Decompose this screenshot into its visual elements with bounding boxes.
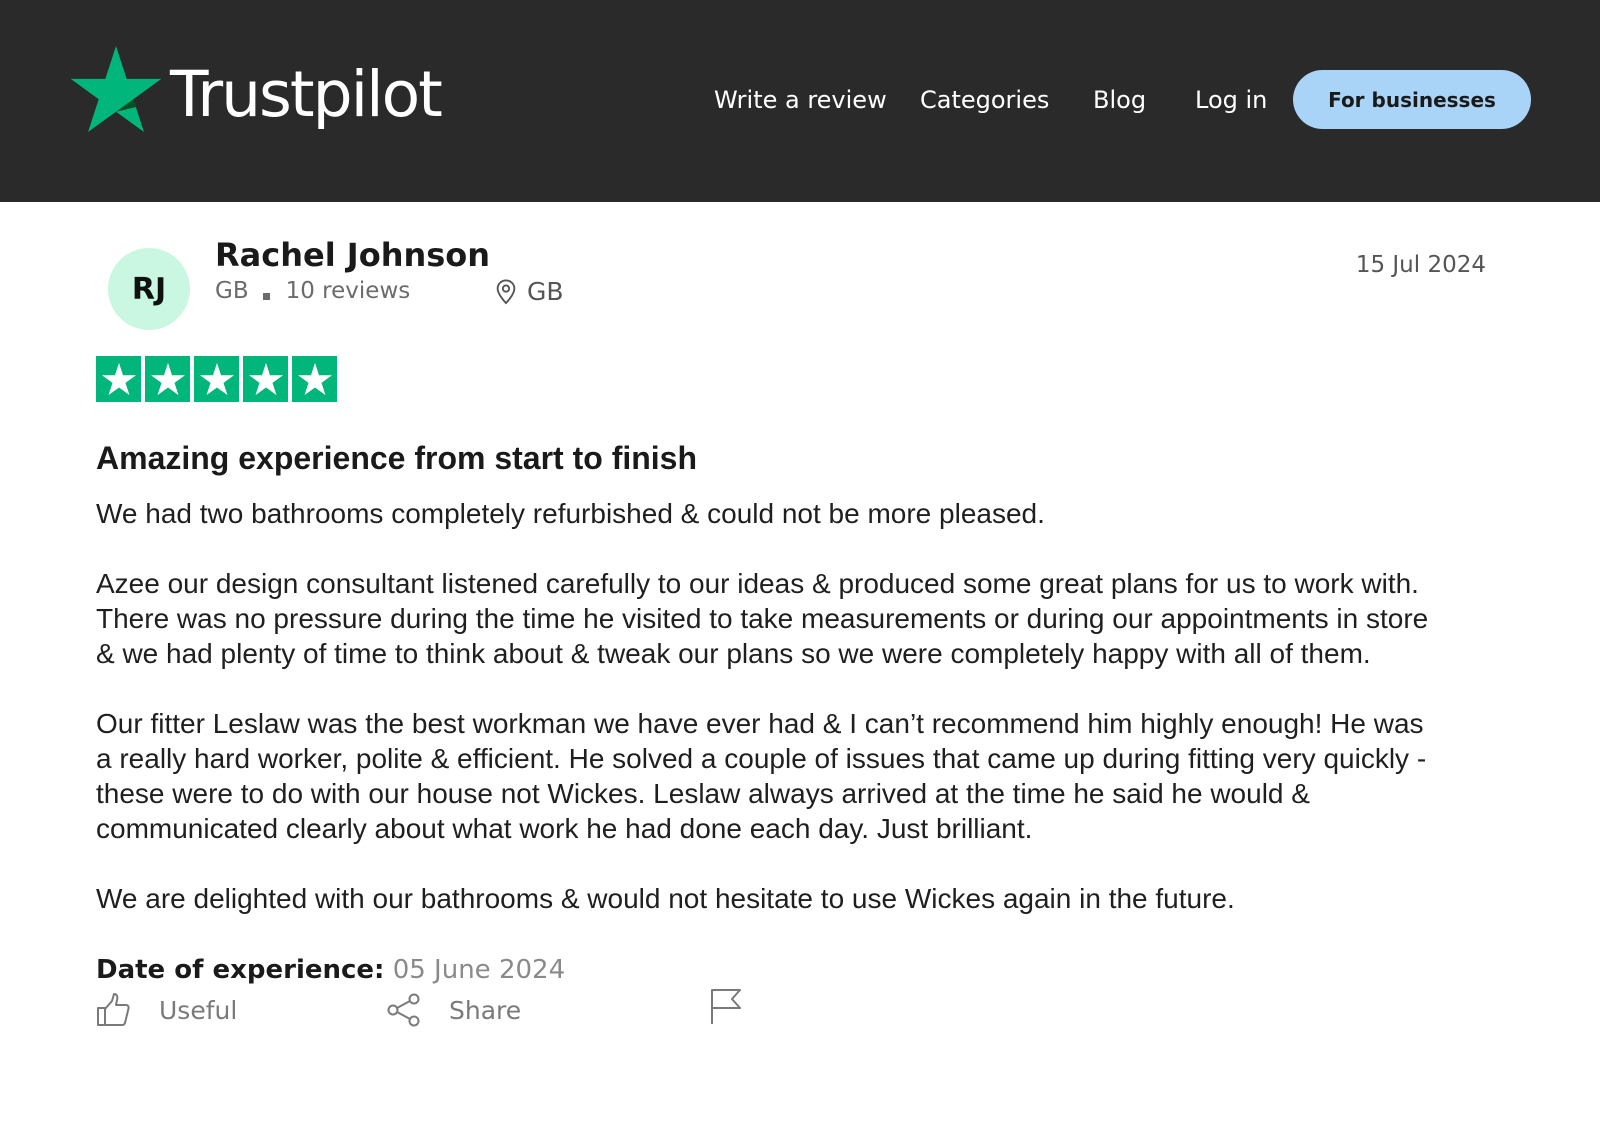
- review-paragraph: We had two bathrooms completely refurbis…: [96, 496, 1516, 531]
- review-paragraph: We are delighted with our bathrooms & wo…: [96, 881, 1516, 916]
- review-line: There was no pressure during the time he…: [96, 603, 1429, 634]
- location-pin-icon: [496, 278, 516, 304]
- nav-categories[interactable]: Categories: [920, 86, 1049, 114]
- date-of-experience-value: 05 June 2024: [392, 955, 566, 985]
- review-line: these were to do with our house not Wick…: [96, 778, 1310, 809]
- trustpilot-logo[interactable]: Trustpilot: [70, 46, 443, 132]
- star-icon: [199, 362, 234, 396]
- for-businesses-button[interactable]: For businesses: [1293, 70, 1531, 129]
- star-icon: [297, 362, 332, 396]
- share-label: Share: [449, 995, 522, 1025]
- useful-button[interactable]: Useful: [96, 992, 237, 1028]
- flag-icon: [711, 989, 741, 1024]
- review-line: a really hard worker, polite & efficient…: [96, 743, 1427, 774]
- nav-write-review[interactable]: Write a review: [714, 86, 887, 114]
- nav-blog[interactable]: Blog: [1093, 86, 1146, 114]
- rating-star: [145, 356, 190, 402]
- review-line: Azee our design consultant listened care…: [96, 568, 1419, 599]
- rating-star: [292, 356, 337, 402]
- author-review-count: 10 reviews: [285, 278, 411, 304]
- date-of-experience-label: Date of experience:: [96, 955, 385, 985]
- separator-dot: [262, 292, 270, 300]
- star-rating: [96, 356, 337, 402]
- date-of-experience: Date of experience: 05 June 2024: [96, 955, 565, 985]
- review-paragraph: Azee our design consultant listened care…: [96, 566, 1516, 671]
- review-date: 15 Jul 2024: [1355, 252, 1486, 278]
- rating-star: [194, 356, 239, 402]
- location-text: GB: [527, 277, 564, 306]
- review-actions: Useful Share: [96, 989, 796, 1032]
- star-icon: [150, 362, 185, 396]
- review-body: We had two bathrooms completely refurbis…: [96, 496, 1516, 951]
- share-button[interactable]: Share: [386, 992, 521, 1028]
- review-line: We are delighted with our bathrooms & wo…: [96, 883, 1235, 914]
- star-icon: [248, 362, 283, 396]
- review-line: & we had plenty of time to think about &…: [96, 638, 1371, 669]
- star-icon: [101, 362, 136, 396]
- review-paragraph: Our fitter Leslaw was the best workman w…: [96, 706, 1516, 846]
- logo-wordmark: Trustpilot: [170, 57, 443, 131]
- avatar[interactable]: RJ: [108, 248, 190, 330]
- trustpilot-star-icon: [70, 46, 162, 132]
- top-navigation-bar: Trustpilot Write a review Categories Blo…: [0, 0, 1600, 202]
- share-icon: [387, 993, 420, 1027]
- review-title[interactable]: Amazing experience from start to finish: [96, 440, 697, 477]
- thumbs-up-icon: [97, 993, 130, 1026]
- author-location: GB: [495, 277, 564, 306]
- report-button[interactable]: [708, 986, 744, 1026]
- author-country: GB: [215, 278, 249, 304]
- review-line: We had two bathrooms completely refurbis…: [96, 498, 1045, 529]
- nav-login[interactable]: Log in: [1195, 86, 1267, 114]
- review-line: communicated clearly about what work he …: [96, 813, 1033, 844]
- review-line: Our fitter Leslaw was the best workman w…: [96, 708, 1424, 739]
- author-name[interactable]: Rachel Johnson: [215, 236, 490, 274]
- rating-star: [243, 356, 288, 402]
- rating-star: [96, 356, 141, 402]
- author-meta: GB 10 reviews: [215, 278, 410, 304]
- useful-label: Useful: [159, 995, 238, 1025]
